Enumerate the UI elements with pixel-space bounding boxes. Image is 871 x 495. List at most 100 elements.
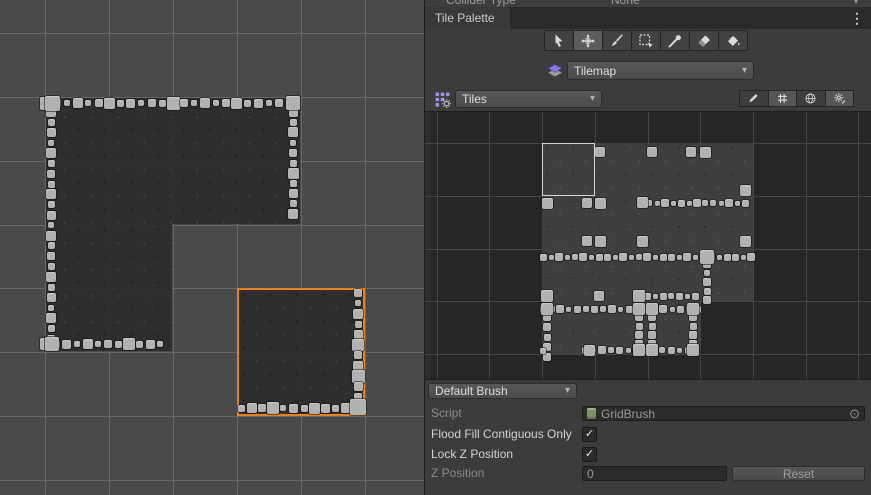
brush-dropdown[interactable]: Default Brush ▾: [428, 383, 577, 399]
tile-block: [275, 99, 283, 107]
box-select-icon: [638, 33, 654, 49]
tile-block: [719, 201, 724, 206]
toggle-grid-button[interactable]: [768, 90, 798, 107]
tile-block: [668, 293, 674, 299]
tile-block: [138, 100, 144, 106]
tile-block: [95, 99, 103, 107]
tile-block: [46, 148, 56, 158]
tile-block: [64, 100, 70, 106]
tile-block: [655, 201, 660, 206]
tilemap-icon: [546, 62, 564, 80]
reset-button[interactable]: Reset: [732, 466, 865, 481]
tile-block: [354, 351, 362, 359]
kebab-menu-icon[interactable]: ⋮: [850, 9, 864, 27]
tile-block: [659, 305, 667, 313]
tile-block: [677, 306, 684, 313]
tile-block: [549, 255, 554, 260]
tile-block: [687, 344, 699, 356]
tile-block: [583, 306, 589, 312]
tile-block: [633, 303, 645, 315]
palette-dropdown-value: Tiles: [462, 92, 487, 106]
tile-block: [542, 198, 553, 209]
fill-tool-button[interactable]: [718, 30, 748, 51]
tile-block: [566, 307, 571, 312]
tile-block: [543, 323, 551, 331]
tile-tool-bar: [544, 30, 748, 51]
tile-block: [47, 170, 55, 178]
tile-block: [247, 403, 257, 413]
tab-label: Tile Palette: [435, 11, 495, 25]
tile-block: [46, 272, 56, 282]
tile-block: [541, 290, 553, 302]
collider-type-value[interactable]: None: [611, 0, 640, 7]
tile-block: [115, 341, 122, 348]
tile-block: [700, 250, 714, 264]
tile-block: [626, 306, 633, 313]
tile-block: [47, 252, 55, 260]
tile-block: [595, 147, 605, 157]
move-tool-button[interactable]: [573, 30, 603, 51]
tilemap-dropdown[interactable]: Tilemap ▾: [567, 61, 754, 80]
tile-block: [126, 99, 135, 108]
tile-block: [136, 341, 143, 348]
tilemap-region: [46, 98, 300, 224]
tile-block: [309, 403, 320, 414]
erase-tool-button[interactable]: [689, 30, 719, 51]
grid-line: [173, 0, 174, 495]
script-value: GridBrush: [601, 407, 655, 421]
tile-block: [693, 255, 698, 260]
edit-palette-button[interactable]: [739, 90, 769, 107]
lock-z-checkbox[interactable]: ✓: [582, 447, 597, 462]
tile-block: [289, 404, 298, 413]
tile-block: [350, 399, 366, 415]
palette-grid-line: [437, 112, 438, 380]
tile-block: [354, 330, 363, 339]
tile-block: [677, 255, 682, 260]
tile-block: [46, 189, 56, 199]
palette-dropdown[interactable]: Tiles ▾: [455, 90, 602, 108]
tile-block: [653, 294, 658, 299]
object-picker-icon[interactable]: ⊙: [849, 407, 860, 420]
tile-block: [635, 331, 643, 339]
gizmos-button[interactable]: [796, 90, 826, 107]
tile-block: [48, 160, 55, 167]
tile-block: [46, 231, 56, 241]
brush-settings-button[interactable]: [825, 90, 855, 107]
tile-block: [146, 340, 155, 349]
tile-block: [354, 289, 362, 297]
tile-block: [231, 98, 242, 109]
tile-block: [290, 119, 297, 126]
z-position-field[interactable]: 0: [582, 466, 727, 481]
tile-block: [48, 119, 55, 126]
tile-block: [352, 339, 364, 351]
tile-block: [589, 255, 594, 260]
tile-block: [595, 198, 606, 209]
tile-block: [661, 199, 669, 207]
tile-block: [104, 98, 115, 109]
selected-tile-cell[interactable]: [542, 143, 595, 196]
move-icon: [580, 33, 596, 49]
tile-block: [556, 305, 564, 313]
pick-tool-button[interactable]: [660, 30, 690, 51]
tile-block: [159, 100, 166, 107]
scene-view[interactable]: [0, 0, 424, 495]
tile-block: [353, 309, 363, 319]
paint-tool-button[interactable]: [602, 30, 632, 51]
tile-block: [95, 341, 101, 347]
select-tool-button[interactable]: [544, 30, 574, 51]
tile-block: [289, 149, 297, 157]
scene-canvas: [0, 0, 424, 495]
tile-block: [704, 270, 710, 276]
tile-palette-panel: Collider Type None ▾ Tile Palette ⋮: [424, 0, 871, 495]
box-fill-tool-button[interactable]: [631, 30, 661, 51]
flood-fill-checkbox[interactable]: ✓: [582, 427, 597, 442]
grid-line: [0, 416, 424, 417]
brush-dropdown-value: Default Brush: [435, 384, 508, 398]
tile-block: [626, 348, 631, 353]
tab-tile-palette[interactable]: Tile Palette: [425, 7, 510, 29]
palette-grid-line: [858, 112, 859, 380]
tile-block: [157, 341, 163, 347]
grid-line: [237, 0, 238, 495]
palette-grid-line: [806, 112, 807, 380]
tile-palette-grid[interactable]: [425, 111, 871, 380]
